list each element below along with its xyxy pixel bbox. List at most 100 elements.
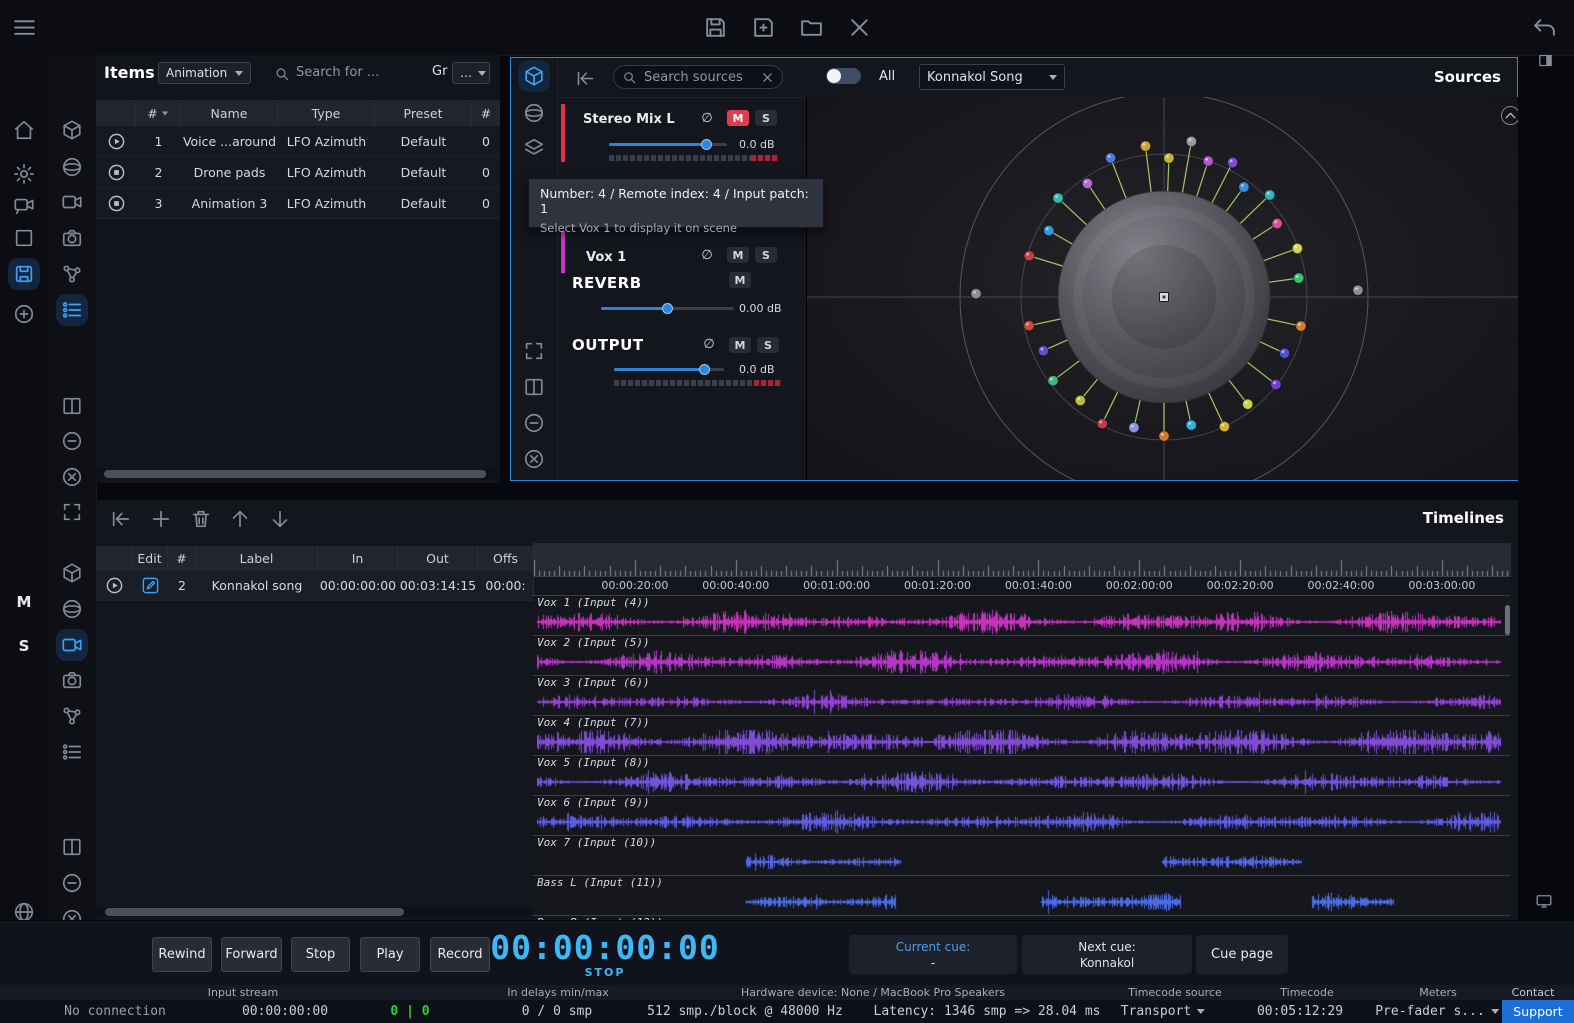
camera-icon[interactable] — [61, 669, 83, 691]
items-hscrollbar[interactable] — [96, 469, 500, 479]
items-col-extra[interactable]: # — [472, 100, 500, 126]
timeline-track[interactable]: Vox 3 (Input (6)) — [533, 675, 1510, 715]
scene-collapse-button[interactable] — [1501, 106, 1518, 125]
display-button[interactable] — [1535, 892, 1553, 910]
source-dot[interactable] — [1129, 422, 1139, 432]
split-view-icon[interactable] — [61, 836, 83, 858]
source-dot[interactable] — [1082, 178, 1092, 188]
tl-col-num[interactable]: # — [168, 546, 196, 571]
stop-button[interactable]: Stop — [291, 937, 350, 972]
tracks-vscrollbar-thumb[interactable] — [1505, 605, 1510, 635]
items-col-type[interactable]: Type — [278, 100, 375, 126]
settings-icon[interactable] — [13, 163, 35, 185]
undo-button[interactable] — [1532, 15, 1557, 40]
all-sources-toggle[interactable] — [826, 68, 861, 84]
source-dot[interactable] — [1272, 218, 1282, 228]
source-dot[interactable] — [1053, 193, 1063, 203]
tl-col-in[interactable]: In — [318, 546, 398, 571]
source-dot[interactable] — [1140, 141, 1150, 151]
source-dot[interactable] — [1105, 153, 1115, 163]
source-dot[interactable] — [1024, 321, 1034, 331]
sphere-icon[interactable] — [61, 598, 83, 620]
save-button[interactable] — [703, 15, 728, 40]
meters-mode-dropdown[interactable]: Pre-fader s... — [1375, 1000, 1499, 1023]
items-table-row[interactable]: 1Voice ...aroundLFO AzimuthDefault0 — [96, 126, 500, 157]
sphere-icon[interactable] — [523, 102, 545, 124]
play-button[interactable]: Play — [360, 937, 420, 972]
items-search-input[interactable]: Search for ... — [296, 65, 379, 80]
layers-icon[interactable] — [523, 137, 545, 159]
delete-timeline-button[interactable] — [190, 508, 212, 530]
source-dot[interactable] — [1279, 348, 1289, 358]
stop-circle-icon[interactable] — [107, 163, 126, 182]
timeline-track[interactable]: Vox 1 (Input (4)) — [533, 595, 1510, 635]
output-slider-knob[interactable] — [699, 364, 710, 375]
edit-icon[interactable] — [141, 576, 160, 595]
source-dot[interactable] — [1164, 153, 1174, 163]
split-view-icon[interactable] — [61, 395, 83, 417]
list-icon[interactable] — [61, 299, 83, 321]
timelines-collapse-button[interactable] — [110, 508, 132, 530]
timelines-hscrollbar-thumb[interactable] — [105, 908, 404, 916]
source-dot[interactable] — [1243, 399, 1253, 409]
timeline-track[interactable]: Vox 6 (Input (9)) — [533, 795, 1510, 835]
source-dot[interactable] — [1203, 156, 1213, 166]
home-icon[interactable] — [13, 119, 35, 141]
sidebar-letter-m[interactable]: M — [17, 593, 32, 611]
timeline-ruler[interactable]: 00:00:20:0000:00:40:0000:01:00:0000:01:2… — [533, 543, 1511, 595]
node-graph-icon[interactable] — [61, 705, 83, 727]
save-as-button[interactable] — [751, 15, 776, 40]
sidebar-letter-s[interactable]: S — [19, 637, 30, 655]
reverb-mute-button[interactable]: M — [729, 272, 751, 288]
panel-toggle-button[interactable] — [1537, 52, 1554, 69]
list-icon[interactable] — [61, 741, 83, 763]
items-col-preset[interactable]: Preset — [375, 100, 472, 126]
source-dot[interactable] — [1219, 421, 1229, 431]
items-filter-dropdown[interactable]: Animation — [158, 62, 251, 84]
remove-circle-icon[interactable] — [523, 412, 545, 434]
close-project-button[interactable] — [847, 15, 872, 40]
cube-icon[interactable] — [61, 562, 83, 584]
add-timeline-button[interactable] — [150, 508, 172, 530]
timeline-track[interactable]: Vox 5 (Input (8)) — [533, 755, 1510, 795]
source-dot[interactable] — [1075, 395, 1085, 405]
items-table-row[interactable]: 3Animation 3LFO AzimuthDefault0 — [96, 188, 500, 219]
video-chat-icon[interactable] — [13, 195, 35, 217]
clear-search-icon[interactable] — [761, 71, 774, 84]
song-preset-dropdown[interactable]: Konnakol Song — [919, 64, 1065, 90]
sphere-icon[interactable] — [61, 156, 83, 178]
source-dot[interactable] — [1159, 431, 1169, 441]
solo-button[interactable]: S — [755, 110, 777, 126]
mute-button[interactable]: M — [727, 110, 749, 126]
sources-search-box[interactable]: Search sources — [613, 65, 783, 89]
frame-icon[interactable] — [13, 227, 35, 249]
source-dot[interactable] — [1024, 251, 1034, 261]
tl-col-label[interactable]: Label — [196, 546, 318, 571]
timecode-source-dropdown[interactable]: Transport — [1121, 1000, 1205, 1023]
video-icon[interactable] — [61, 191, 83, 213]
phase-button[interactable]: ∅ — [701, 337, 717, 352]
source-dot[interactable] — [1292, 243, 1302, 253]
phase-button[interactable]: ∅ — [699, 111, 715, 126]
support-button[interactable]: Support — [1502, 1000, 1574, 1023]
cube-icon[interactable] — [61, 119, 83, 141]
close-circle-icon[interactable] — [523, 448, 545, 470]
play-circle-icon[interactable] — [105, 576, 124, 595]
source-dot[interactable] — [971, 289, 981, 299]
timeline-track[interactable]: Vox 2 (Input (5)) — [533, 635, 1510, 675]
move-down-button[interactable] — [269, 508, 291, 530]
solo-button[interactable]: S — [755, 247, 777, 263]
timeline-track[interactable]: Bass L (Input (11)) — [533, 875, 1510, 915]
camera-icon[interactable] — [61, 227, 83, 249]
phase-button[interactable]: ∅ — [699, 248, 715, 263]
sources-search-input[interactable]: Search sources — [644, 70, 761, 85]
group-dropdown[interactable]: … — [452, 62, 490, 84]
source-dot[interactable] — [1038, 346, 1048, 356]
save-layout-icon[interactable] — [13, 263, 35, 285]
items-col-name[interactable]: Name — [181, 100, 278, 126]
open-project-button[interactable] — [799, 15, 824, 40]
node-graph-icon[interactable] — [61, 263, 83, 285]
source-dot[interactable] — [1265, 190, 1275, 200]
rewind-button[interactable]: Rewind — [152, 937, 212, 972]
source-dot[interactable] — [1227, 157, 1237, 167]
